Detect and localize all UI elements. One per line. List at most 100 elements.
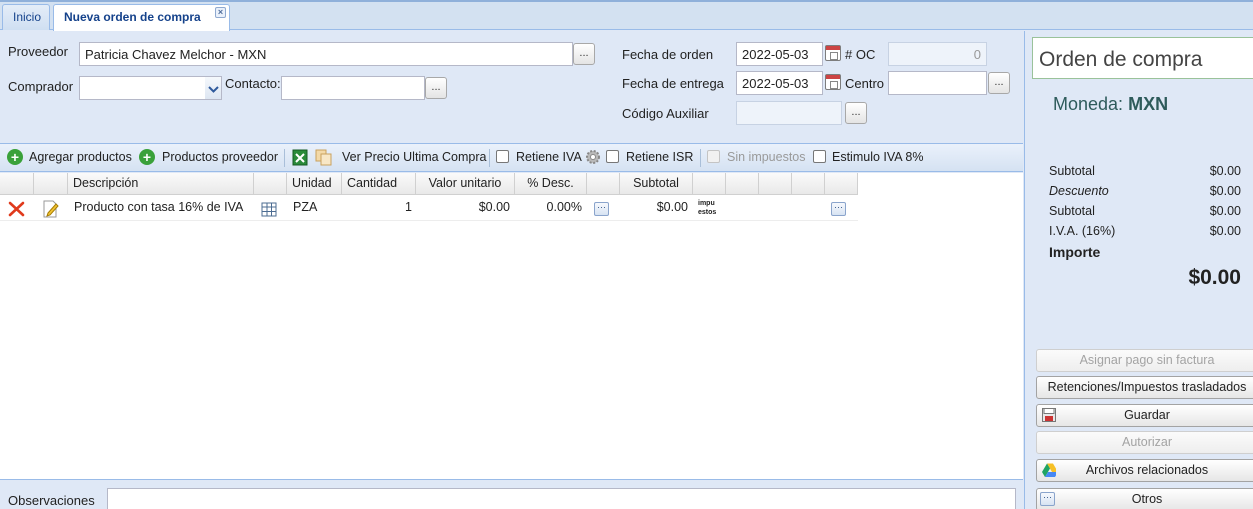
delete-icon[interactable] [8, 201, 25, 217]
proveedor-label: Proveedor [8, 44, 68, 59]
importe-value: $0.00 [1188, 266, 1241, 289]
calendar-icon[interactable] [825, 74, 841, 90]
toolbar-separator [489, 149, 490, 167]
tab-nueva-orden-label: Nueva orden de compra [64, 10, 201, 24]
guardar-label: Guardar [1124, 408, 1170, 422]
row-cantidad: 1 [405, 200, 412, 214]
row-descripcion: Producto con tasa 16% de IVA [74, 200, 244, 214]
retiene-isr-checkbox[interactable] [606, 150, 619, 163]
add-icon[interactable]: + [139, 149, 155, 165]
centro-lookup-button[interactable]: ... [988, 72, 1010, 94]
grid-header-delete [0, 173, 34, 195]
table-icon[interactable] [261, 202, 277, 217]
moneda-value: MXN [1128, 94, 1169, 114]
grid-header-blank [792, 173, 825, 195]
importe-label: Importe [1049, 244, 1101, 260]
row-valor-unitario: $0.00 [478, 200, 510, 214]
descuento-value: $0.00 [1209, 184, 1241, 198]
asignar-pago-button: Asignar pago sin factura [1036, 349, 1253, 372]
subtotal2-value: $0.00 [1209, 204, 1241, 218]
grid-header-blank [825, 173, 858, 195]
otros-button[interactable]: ··· Otros [1036, 488, 1253, 509]
grid-header-blank [587, 173, 620, 195]
guardar-button[interactable]: Guardar [1036, 404, 1253, 427]
iva-value: $0.00 [1209, 224, 1241, 238]
grid-header-blank [726, 173, 759, 195]
proveedor-lookup-button[interactable]: ... [573, 43, 595, 65]
subtotal-value: $0.00 [1209, 164, 1241, 178]
ver-precio-ultima-compra-button[interactable]: Ver Precio Ultima Compra [342, 150, 487, 164]
subtotal-label: Subtotal [1049, 164, 1095, 178]
save-icon [1042, 408, 1056, 422]
grid-toolbar: + Agregar productos + Productos proveedo… [0, 143, 1023, 172]
add-icon[interactable]: + [7, 149, 23, 165]
table-row[interactable]: Producto con tasa 16% de IVA PZA 1 $0.00… [0, 196, 858, 221]
row-unidad: PZA [293, 200, 318, 214]
more-icon: ··· [1040, 492, 1055, 506]
excel-icon[interactable] [292, 149, 308, 166]
tab-bar: Inicio Nueva orden de compra × [0, 0, 1253, 31]
fecha-entrega-label: Fecha de entrega [622, 76, 724, 91]
row-impuestos-line1: impu [698, 200, 715, 207]
row-descuento: 0.00% [546, 200, 582, 214]
centro-label: Centro [845, 76, 885, 91]
comprador-dropdown-trigger[interactable] [205, 76, 222, 100]
grid-header-valor-unitario[interactable]: Valor unitario [416, 173, 515, 195]
retiene-iva-label: Retiene IVA [516, 150, 582, 164]
sin-impuestos-label: Sin impuestos [727, 150, 806, 164]
chevron-down-icon [208, 86, 219, 93]
grid-header: Descripción Unidad Cantidad Valor unitar… [0, 173, 858, 195]
grid-header-descuento[interactable]: % Desc. [515, 173, 587, 195]
summary-panel: Orden de compra Moneda: MXN Subtotal $0.… [1024, 31, 1253, 509]
grid-header-unidad[interactable]: Unidad [287, 173, 342, 195]
centro-field[interactable] [888, 71, 987, 95]
estimulo-iva-checkbox[interactable] [813, 150, 826, 163]
grid-header-descripcion[interactable]: Descripción [68, 173, 254, 195]
observaciones-field[interactable] [107, 488, 1016, 509]
descuento-label: Descuento [1049, 184, 1109, 198]
gear-icon[interactable] [585, 149, 601, 165]
close-icon[interactable]: × [215, 7, 226, 18]
retiene-iva-checkbox[interactable] [496, 150, 509, 163]
row-more-button[interactable]: ··· [831, 202, 846, 216]
subtotal2-label: Subtotal [1049, 204, 1095, 218]
grid-header-edit [34, 173, 68, 195]
toolbar-separator [700, 149, 701, 167]
fecha-orden-field[interactable]: 2022-05-03 [736, 42, 823, 66]
autorizar-button: Autorizar [1036, 431, 1253, 454]
codigo-auxiliar-lookup-button[interactable]: ... [845, 102, 867, 124]
tab-nueva-orden[interactable]: Nueva orden de compra × [53, 4, 230, 31]
productos-proveedor-button[interactable]: Productos proveedor [162, 150, 278, 164]
retenciones-button[interactable]: Retenciones/Impuestos trasladados [1036, 376, 1253, 399]
tab-bar-top-line [0, 0, 1253, 2]
agregar-productos-button[interactable]: Agregar productos [29, 150, 132, 164]
calendar-icon[interactable] [825, 45, 841, 61]
products-grid: Descripción Unidad Cantidad Valor unitar… [0, 173, 1023, 480]
edit-icon[interactable] [42, 200, 59, 218]
fecha-orden-label: Fecha de orden [622, 47, 714, 62]
proveedor-field[interactable]: Patricia Chavez Melchor - MXN [79, 42, 573, 66]
copy-icon[interactable] [315, 149, 332, 166]
contacto-label: Contacto: [225, 76, 281, 91]
contacto-field[interactable] [281, 76, 425, 100]
grid-header-blank [254, 173, 287, 195]
tab-inicio[interactable]: Inicio [2, 4, 50, 30]
estimulo-iva-label: Estimulo IVA 8% [832, 150, 924, 164]
grid-header-cantidad[interactable]: Cantidad [342, 173, 416, 195]
fecha-entrega-field[interactable]: 2022-05-03 [736, 71, 823, 95]
oc-label: # OC [845, 47, 876, 62]
archivos-relacionados-button[interactable]: Archivos relacionados [1036, 459, 1253, 482]
retiene-isr-label: Retiene ISR [626, 150, 694, 164]
row-subtotal: $0.00 [656, 200, 688, 214]
oc-number-field: 0 [888, 42, 987, 66]
grid-header-blank [759, 173, 792, 195]
row-impuestos[interactable]: impu estos [698, 199, 716, 217]
toolbar-separator [284, 149, 285, 167]
moneda-display: Moneda: MXN [1053, 94, 1168, 115]
grid-header-subtotal[interactable]: Subtotal [620, 173, 693, 195]
row-options-button[interactable]: ··· [594, 202, 609, 216]
order-header-form: Proveedor Patricia Chavez Melchor - MXN … [0, 31, 1023, 143]
contacto-lookup-button[interactable]: ... [425, 77, 447, 99]
drive-icon [1042, 463, 1056, 477]
comprador-select[interactable] [79, 76, 206, 100]
